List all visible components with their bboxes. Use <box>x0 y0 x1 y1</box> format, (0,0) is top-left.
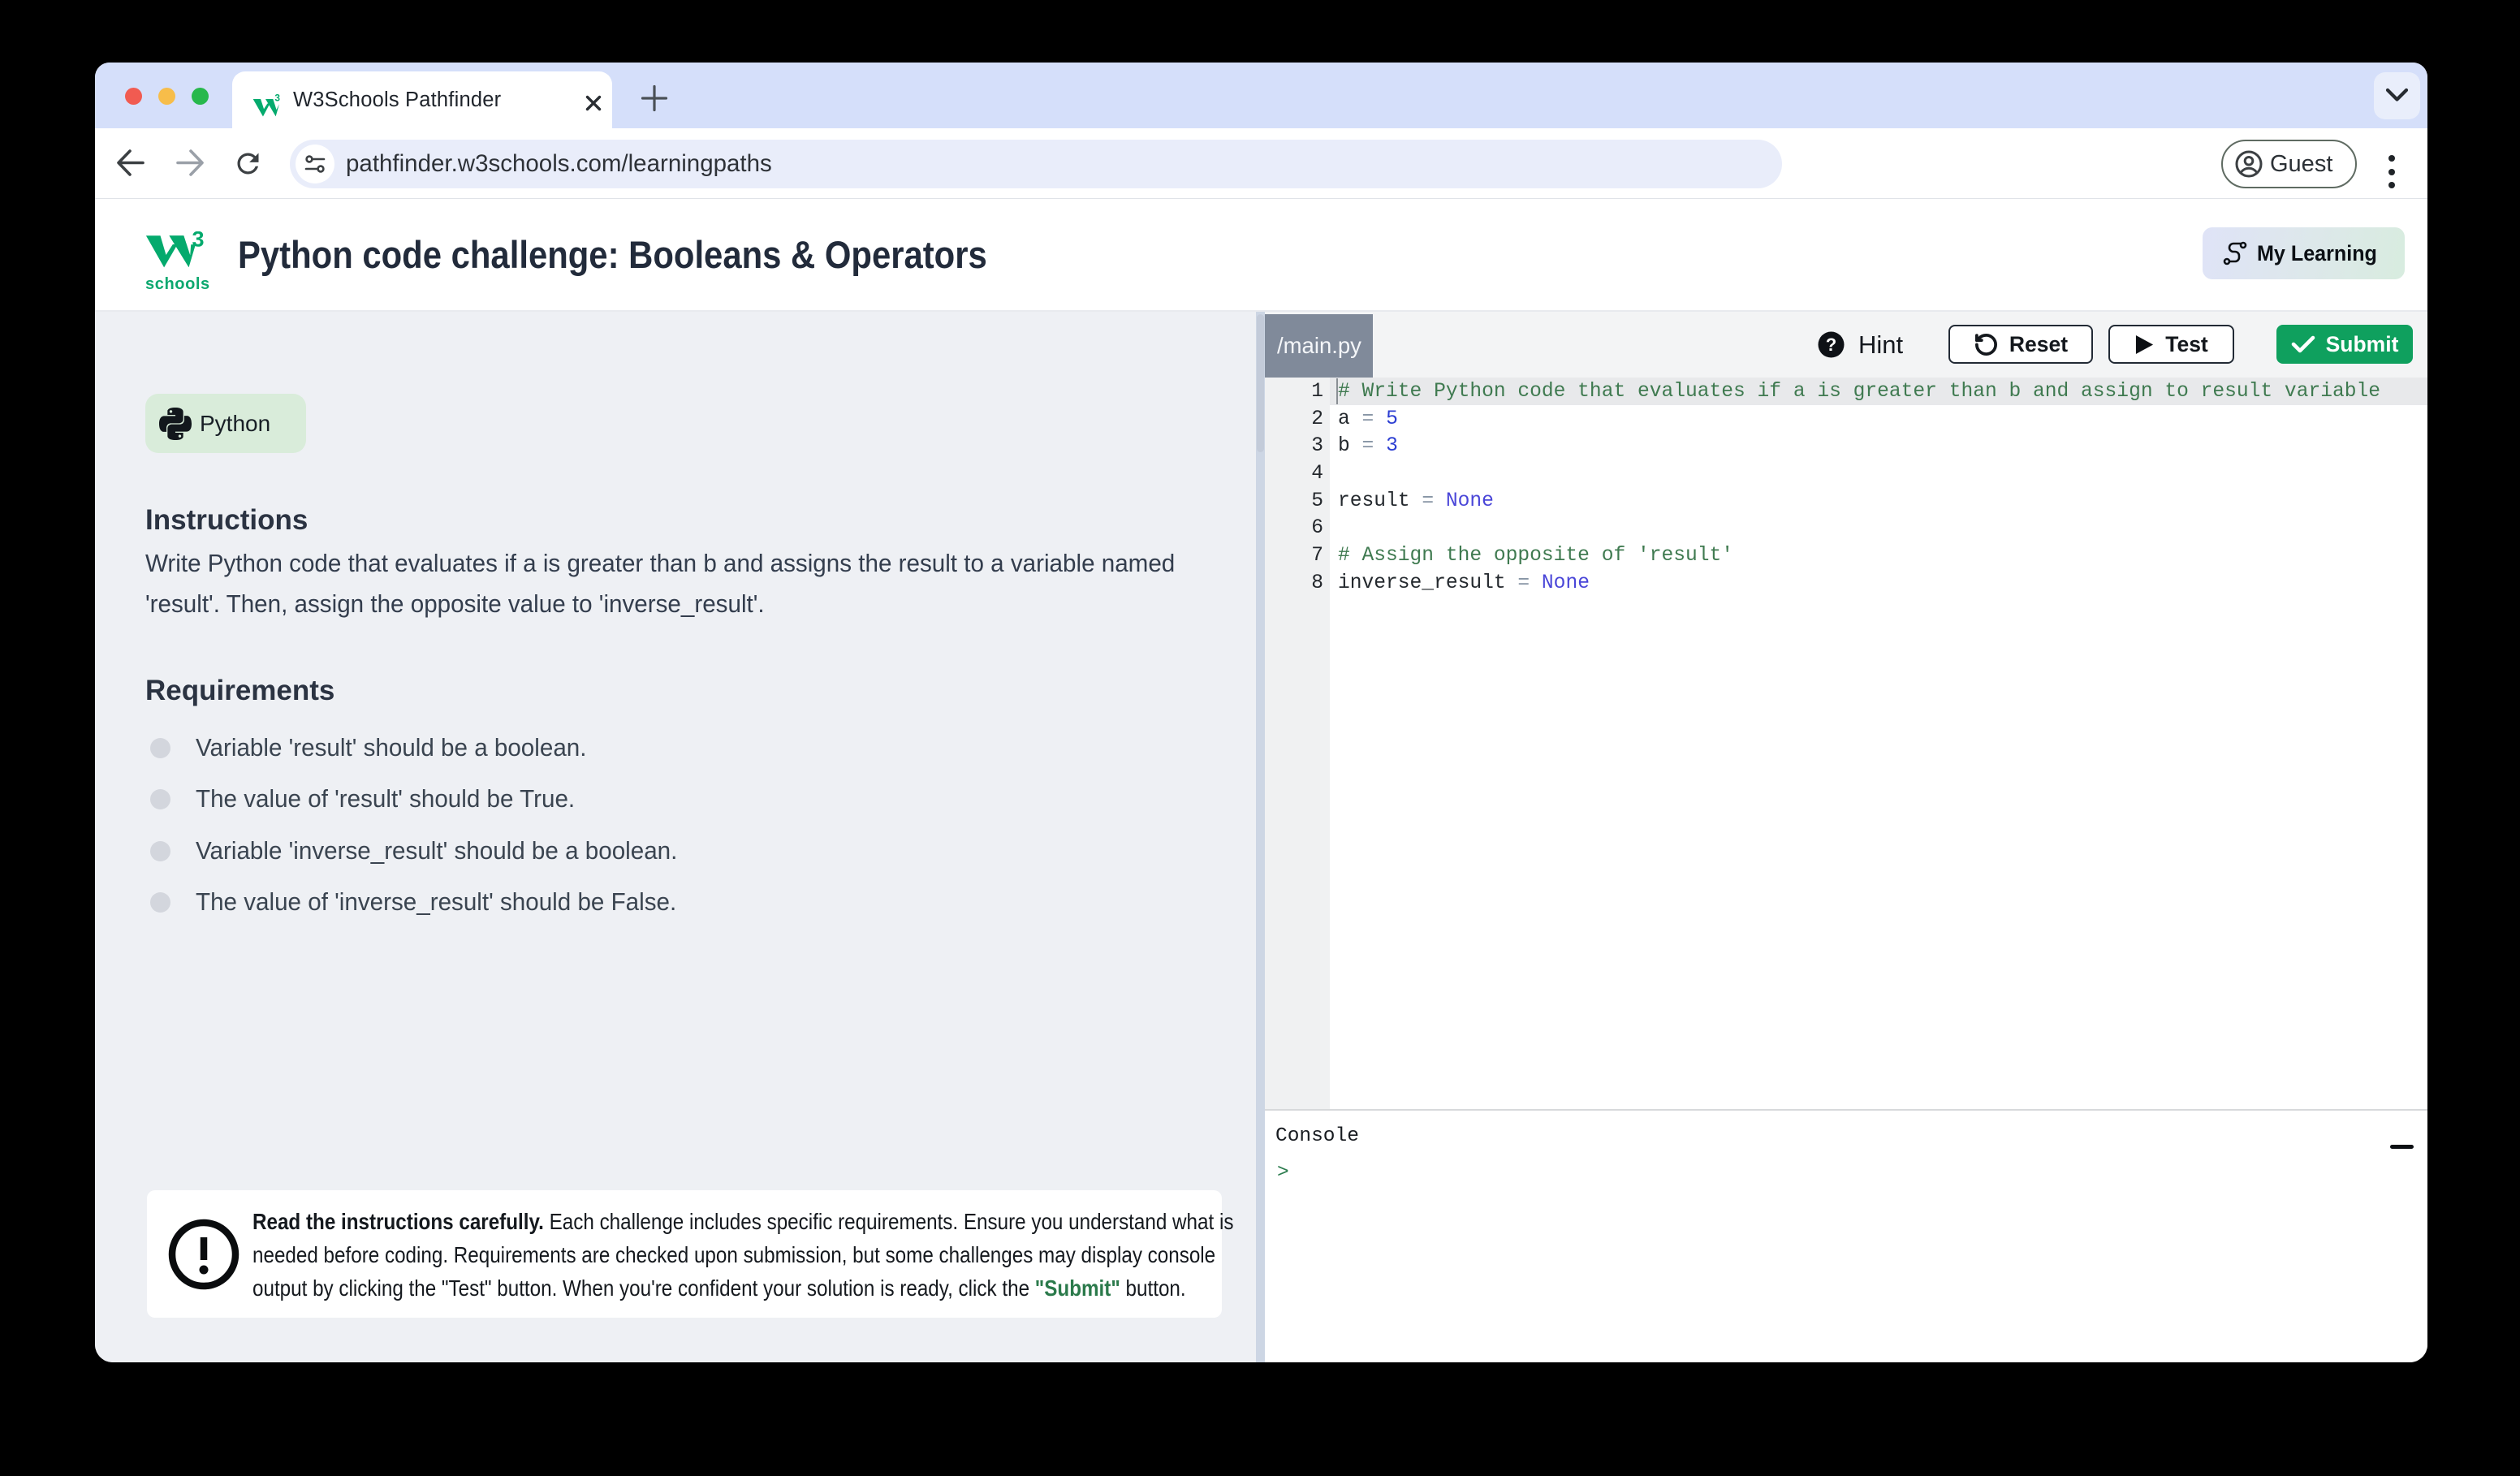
svg-text:?: ? <box>1826 334 1836 355</box>
svg-text:3: 3 <box>192 231 205 252</box>
svg-text:schools: schools <box>145 275 210 291</box>
svg-text:3: 3 <box>274 93 280 104</box>
